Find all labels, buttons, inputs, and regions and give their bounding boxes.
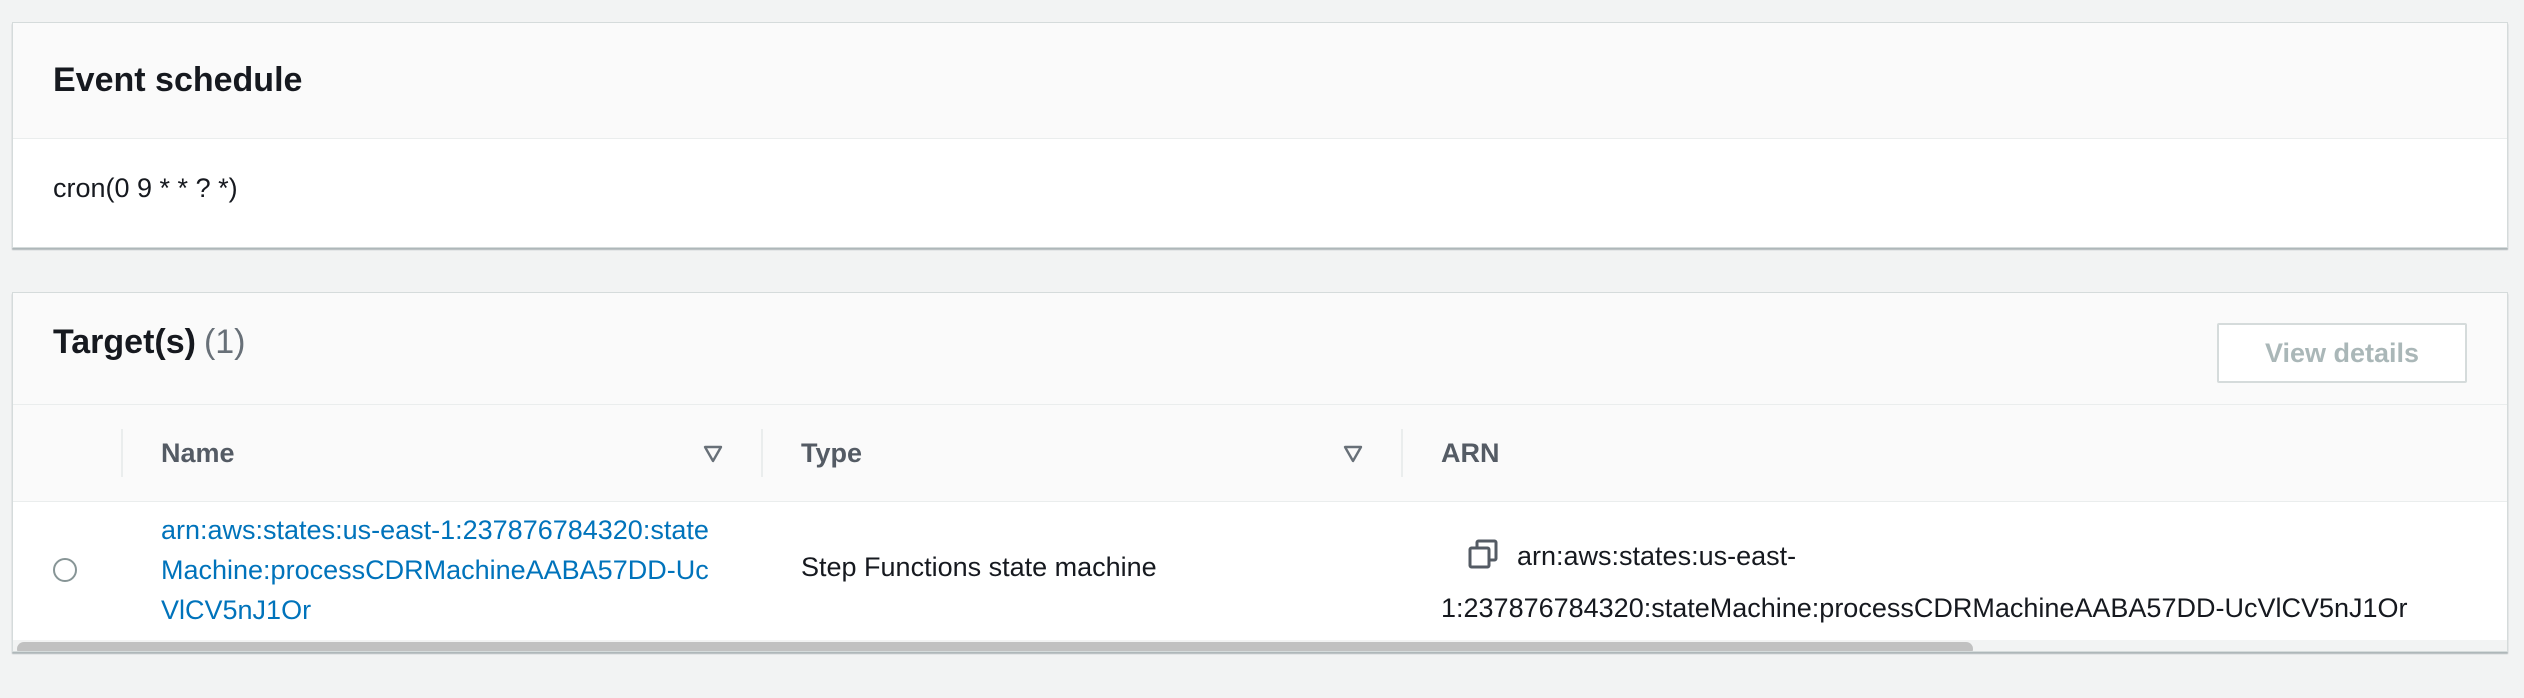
horizontal-scrollbar[interactable] [13,640,2507,651]
target-arn-cell: arn:aws:states:us-east-1:237876784320:st… [1441,530,2507,634]
targets-count: (1) [203,323,246,361]
event-schedule-header: Event schedule [13,23,2507,139]
targets-header: Target(s) (1) View details [13,293,2507,405]
target-arn: arn:aws:states:us-east-1:237876784320:st… [1441,541,2408,623]
cron-expression: cron(0 9 * * ? *) [53,173,238,203]
column-divider [121,429,123,477]
copy-icon[interactable] [1467,538,1499,570]
event-schedule-panel: Event schedule cron(0 9 * * ? *) [12,22,2508,248]
column-header-name[interactable]: Name [161,405,761,501]
column-header-type[interactable]: Type [801,405,1401,501]
event-schedule-title: Event schedule [53,61,303,99]
targets-panel: Target(s) (1) View details Name Type ARN … [12,292,2508,652]
target-name-link[interactable]: arn:aws:states:us-east-1:237876784320:st… [161,510,721,630]
table-row[interactable]: arn:aws:states:us-east-1:237876784320:st… [13,502,2507,641]
column-header-arn-label: ARN [1441,437,1500,468]
scrollbar-thumb[interactable] [17,642,1973,651]
row-select-radio[interactable] [53,558,77,582]
view-details-button[interactable]: View details [2217,323,2467,383]
column-divider [761,429,763,477]
column-header-name-label: Name [161,437,235,468]
target-type: Step Functions state machine [801,552,1157,582]
sort-name-icon[interactable] [703,445,723,463]
sort-type-icon[interactable] [1343,445,1363,463]
column-header-type-label: Type [801,437,863,468]
column-divider [1401,429,1403,477]
column-header-arn: ARN [1441,405,2041,501]
targets-title-label: Target(s) [53,323,196,361]
table-header-row: Name Type ARN [13,405,2507,502]
targets-title: Target(s) (1) [53,323,246,362]
